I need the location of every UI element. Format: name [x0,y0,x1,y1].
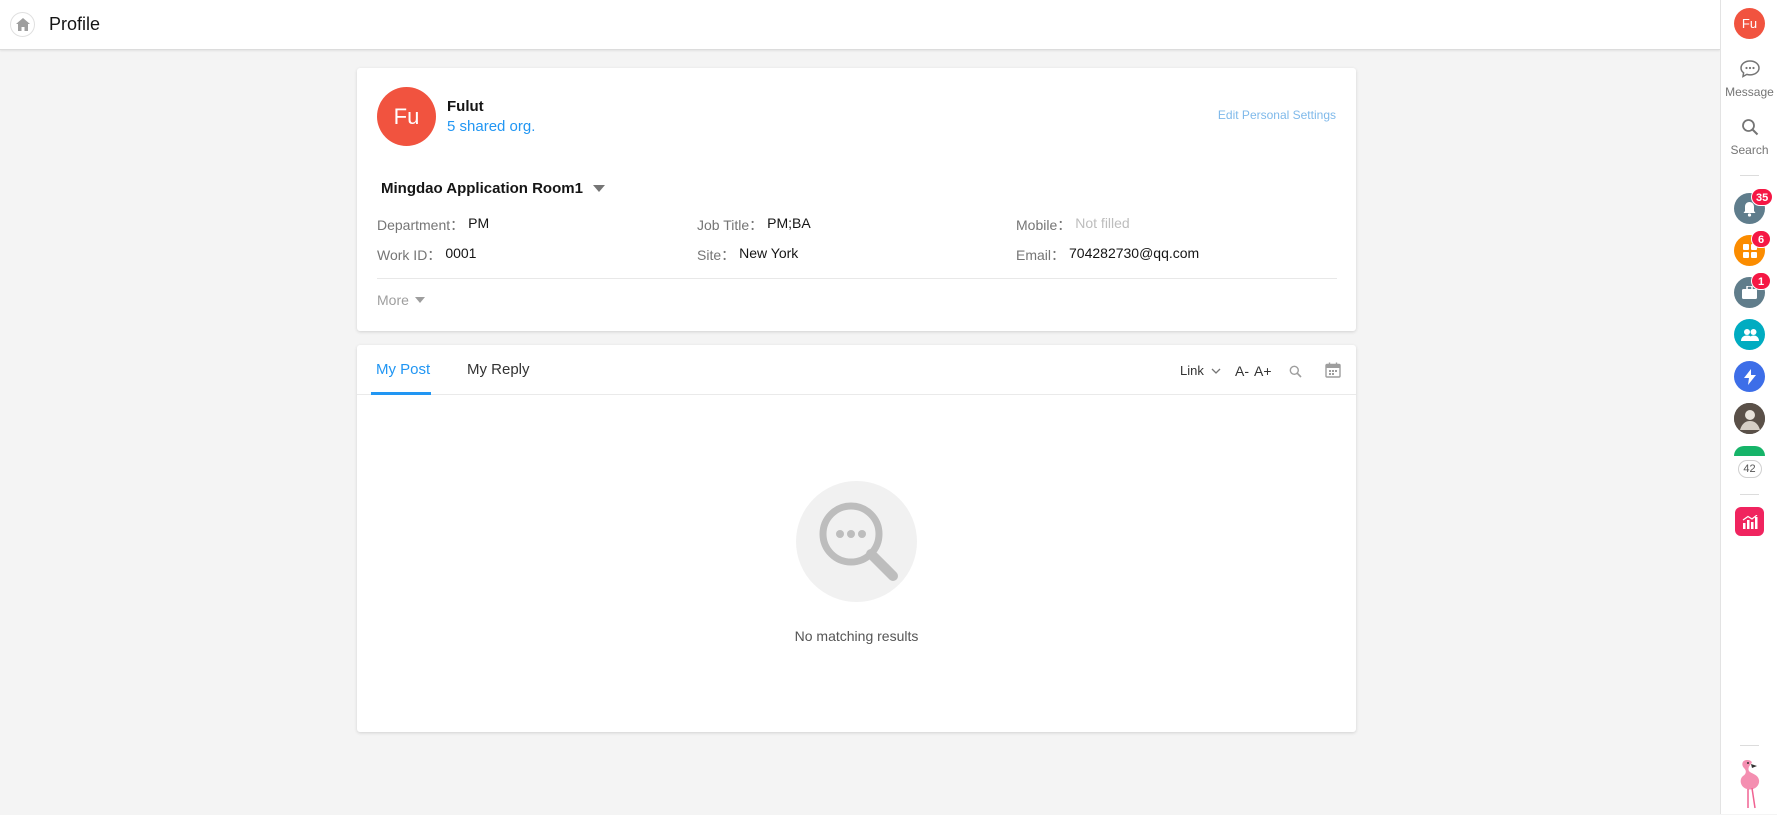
work-id-field: Work ID： 0001 [377,245,476,265]
page-title: Profile [49,14,101,34]
link-filter-label: Link [1180,363,1204,378]
top-header: Profile [0,0,1720,50]
message-icon [1739,60,1760,78]
search-label: Search [1730,143,1769,157]
person-photo-icon [1734,403,1765,434]
calendar-button[interactable] [1325,362,1341,378]
sidebar-contact-avatar[interactable] [1734,403,1765,434]
notification-badge: 35 [1751,188,1774,206]
more-count-badge: 42 [1737,460,1762,478]
search-icon [1741,119,1758,136]
active-tab-indicator [371,392,431,395]
sidebar-more-count[interactable]: 42 [1721,459,1777,478]
sidebar-notifications[interactable]: 35 [1734,188,1774,224]
department-field: Department： PM [377,215,489,235]
home-icon [15,18,30,31]
user-avatar[interactable]: Fu [1734,8,1765,39]
job-title-field: Job Title： PM;BA [697,215,811,235]
calendar-icon [1325,362,1341,378]
sidebar-search[interactable]: Search [1721,118,1777,157]
mobile-field: Mobile： Not filled [1016,215,1130,235]
message-label: Message [1725,85,1774,99]
site-field: Site： New York [697,245,798,265]
department-label: Department： [377,217,465,233]
lightning-icon [1743,368,1756,385]
sidebar-divider [1740,175,1759,176]
posts-search-button[interactable] [1289,365,1302,378]
site-value: New York [739,245,799,261]
profile-card: Fu Fulut 5 shared org. Edit Personal Set… [357,68,1356,331]
link-filter-dropdown[interactable]: Link [1180,363,1221,378]
profile-avatar-initials: Fu [393,103,420,129]
job-title-value: PM;BA [767,215,811,231]
home-button[interactable] [10,12,35,37]
posts-tab-bar: My Post My Reply Link A- A+ [357,345,1356,395]
right-sidebar: Fu Message Search 35 6 1 42 [1720,0,1777,814]
tab-my-post[interactable]: My Post [376,361,430,378]
chevron-down-icon [592,185,605,192]
user-name: Fulut [447,98,484,115]
organization-name: Mingdao Application Room1 [381,180,583,197]
font-decrease-button[interactable]: A- [1235,363,1249,379]
site-label: Site： [697,247,736,263]
edit-personal-settings-link[interactable]: Edit Personal Settings [1218,108,1336,122]
email-field: Email： 704282730@qq.com [1016,245,1199,265]
search-icon [1289,365,1302,378]
empty-state-illustration [796,481,917,602]
sidebar-partial-item[interactable] [1734,446,1765,456]
posts-card: My Post My Reply Link A- A+ No matching … [357,345,1356,732]
apps-badge: 6 [1751,230,1771,248]
flamingo-icon [1740,760,1759,809]
magnifier-search-icon [819,502,898,581]
flamingo-mascot[interactable] [1721,756,1777,815]
more-label: More [377,292,409,308]
empty-state-text: No matching results [794,628,919,644]
sidebar-divider [1740,745,1759,746]
card-divider [377,278,1337,279]
more-toggle[interactable]: More [377,292,425,308]
chevron-down-icon [1211,368,1221,374]
work-id-label: Work ID： [377,247,442,263]
email-label: Email： [1016,247,1066,263]
sidebar-message[interactable]: Message [1721,60,1777,99]
font-increase-button[interactable]: A+ [1254,363,1272,379]
tab-my-reply[interactable]: My Reply [467,361,530,378]
work-badge: 1 [1751,272,1771,290]
work-id-value: 0001 [445,245,477,261]
sidebar-analytics[interactable] [1735,507,1764,536]
sidebar-apps[interactable]: 6 [1734,230,1771,266]
department-value: PM [468,215,490,231]
email-value: 704282730@qq.com [1069,245,1200,261]
group-icon [1740,328,1759,341]
chevron-down-icon [414,297,425,303]
shared-org-link[interactable]: 5 shared org. [447,118,535,135]
organization-dropdown[interactable]: Mingdao Application Room1 [381,180,605,197]
user-avatar-initials: Fu [1741,16,1758,31]
mobile-label: Mobile： [1016,217,1072,233]
job-title-label: Job Title： [697,217,764,233]
sidebar-divider [1740,494,1759,495]
sidebar-groups[interactable] [1734,319,1765,350]
mobile-value: Not filled [1075,215,1130,231]
profile-avatar[interactable]: Fu [377,87,436,146]
chart-icon [1742,514,1757,529]
sidebar-automation[interactable] [1734,361,1765,392]
sidebar-work[interactable]: 1 [1734,272,1771,308]
